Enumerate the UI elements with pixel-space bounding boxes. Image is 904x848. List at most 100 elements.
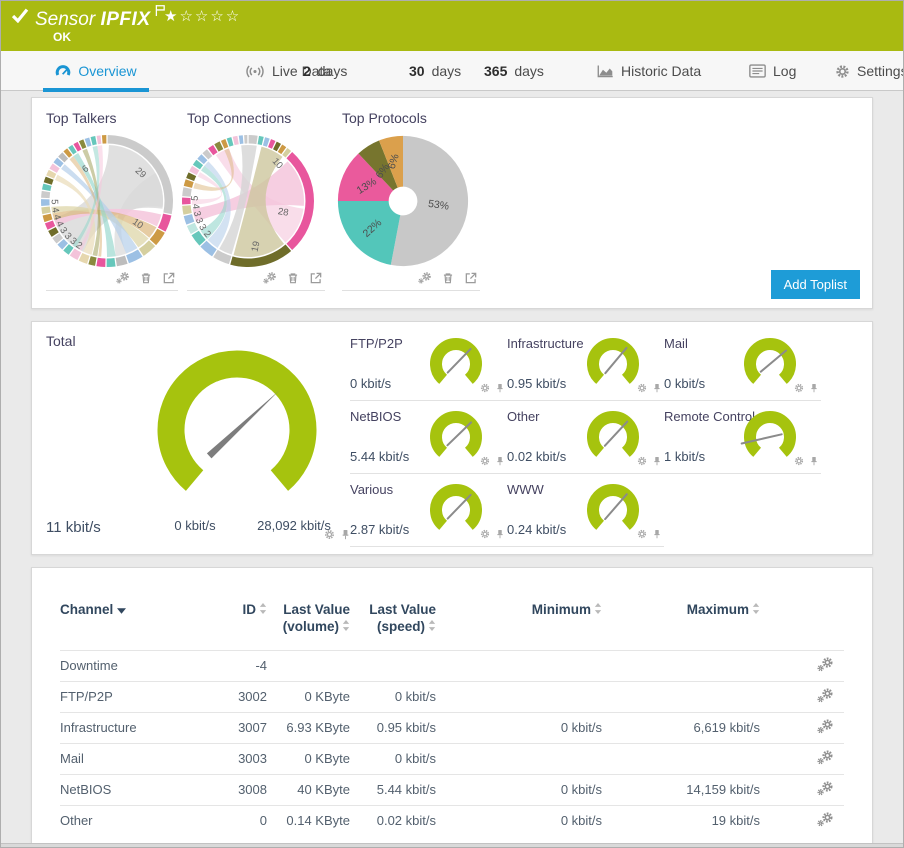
toplist-title: Top Connections bbox=[187, 110, 325, 126]
top-connections-chord-chart: 102819233345 bbox=[181, 134, 315, 268]
gear-icon[interactable] bbox=[324, 529, 335, 540]
trash-icon[interactable] bbox=[139, 271, 153, 285]
pin-icon[interactable] bbox=[809, 456, 819, 466]
gear-icon[interactable] bbox=[794, 456, 804, 466]
list-icon bbox=[749, 64, 766, 78]
pin-icon[interactable] bbox=[495, 456, 505, 466]
pin-icon[interactable] bbox=[809, 383, 819, 393]
channel-settings-icon[interactable] bbox=[817, 812, 834, 827]
gauges-panel: Total 0 kbit/s 28,092 kbit/s 11 kbit/s F… bbox=[31, 321, 873, 555]
tab-2-days[interactable]: 2 days bbox=[299, 51, 351, 91]
channel-name: Mail bbox=[60, 751, 205, 766]
gauge-cell-remote-control: Remote Control 1 kbit/s bbox=[664, 401, 821, 474]
sensor-name: IPFIX bbox=[100, 9, 150, 30]
sort-icon bbox=[259, 603, 267, 614]
sort-icon bbox=[594, 603, 602, 614]
channel-settings-icon[interactable] bbox=[817, 750, 834, 765]
column-header-minimum[interactable]: Minimum bbox=[436, 602, 602, 619]
toplist-top-connections: Top Connections 102819233345 bbox=[187, 110, 325, 291]
pin-icon[interactable] bbox=[652, 529, 662, 539]
tab-overview[interactable]: Overview bbox=[43, 51, 149, 91]
trash-icon[interactable] bbox=[441, 271, 455, 285]
gauge-cell-empty bbox=[664, 474, 821, 547]
app-window: Sensor IPFIX ★☆☆☆☆ OK Overview Live Data… bbox=[0, 0, 904, 848]
sort-icon bbox=[428, 620, 436, 631]
gear-icon[interactable] bbox=[637, 529, 647, 539]
gauge-cell-mail: Mail 0 kbit/s bbox=[664, 328, 821, 401]
channel-settings-icon[interactable] bbox=[817, 688, 834, 703]
mail-gauge bbox=[739, 335, 801, 391]
gauge-cell-other: Other 0.02 kbit/s bbox=[507, 401, 664, 474]
gauge-min-label: 0 kbit/s bbox=[155, 518, 235, 533]
toplist-title: Top Talkers bbox=[46, 110, 178, 126]
column-header-last-value-speed[interactable]: Last Value (speed) bbox=[350, 602, 436, 636]
toplist-top-talkers: Top Talkers 6291023334445 bbox=[46, 110, 178, 291]
tab-log[interactable]: Log bbox=[745, 51, 800, 91]
toplists-panel: Top Talkers 6291023334445 Top Connection… bbox=[31, 97, 873, 309]
horizontal-scrollbar[interactable] bbox=[1, 843, 903, 847]
sort-icon bbox=[752, 603, 760, 614]
table-row: Downtime -4 bbox=[60, 650, 844, 681]
pin-icon[interactable] bbox=[495, 383, 505, 393]
channel-name: Downtime bbox=[60, 658, 205, 673]
toplist-settings-icon[interactable] bbox=[263, 271, 277, 285]
column-header-last-value-volume[interactable]: Last Value (volume) bbox=[267, 602, 350, 636]
external-link-icon[interactable] bbox=[162, 271, 176, 285]
channel-name: NetBIOS bbox=[60, 782, 205, 797]
toplist-title: Top Protocols bbox=[342, 110, 480, 126]
column-header-channel[interactable]: Channel bbox=[60, 602, 205, 619]
gear-icon[interactable] bbox=[794, 383, 804, 393]
pin-icon[interactable] bbox=[652, 456, 662, 466]
ftp-gauge bbox=[425, 335, 487, 391]
tab-bar: Overview Live Data 2 days 30 days 365 da… bbox=[1, 51, 903, 91]
table-header-row: Channel ID Last Value (volume) Last Valu… bbox=[60, 602, 844, 636]
toplist-top-protocols: Top Protocols 53%22%13%6%6% bbox=[342, 110, 480, 291]
netbios-gauge bbox=[425, 408, 487, 464]
pin-icon[interactable] bbox=[652, 383, 662, 393]
channel-gauges-grid: FTP/P2P 0 kbit/s Infrastructure 0.95 kbi… bbox=[350, 328, 821, 547]
gear-icon[interactable] bbox=[637, 456, 647, 466]
top-protocols-pie-chart: 53%22%13%6%6% bbox=[336, 134, 470, 268]
toplist-settings-icon[interactable] bbox=[418, 271, 432, 285]
table-row: NetBIOS 3008 40 KByte 5.44 kbit/s 0 kbit… bbox=[60, 774, 844, 805]
www-gauge bbox=[582, 481, 644, 537]
top-talkers-chord-chart: 6291023334445 bbox=[40, 134, 174, 268]
channel-settings-icon[interactable] bbox=[817, 657, 834, 672]
tab-30-days[interactable]: 30 days bbox=[405, 51, 465, 91]
channel-name: FTP/P2P bbox=[60, 689, 205, 704]
gear-icon[interactable] bbox=[480, 383, 490, 393]
tab-historic-data[interactable]: Historic Data bbox=[593, 51, 705, 91]
trash-icon[interactable] bbox=[286, 271, 300, 285]
column-header-id[interactable]: ID bbox=[205, 602, 267, 619]
gauge-cell-www: WWW 0.24 kbit/s bbox=[507, 474, 664, 547]
sort-icon bbox=[342, 620, 350, 631]
gauge-cell-ftp-p2p: FTP/P2P 0 kbit/s bbox=[350, 328, 507, 401]
add-toplist-button[interactable]: Add Toplist bbox=[771, 270, 860, 299]
sensor-title-prefix: Sensor bbox=[35, 9, 95, 30]
channel-settings-icon[interactable] bbox=[817, 719, 834, 734]
external-link-icon[interactable] bbox=[464, 271, 478, 285]
channel-settings-icon[interactable] bbox=[817, 781, 834, 796]
total-gauge-title: Total bbox=[46, 333, 76, 349]
gear-icon[interactable] bbox=[480, 529, 490, 539]
sort-caret-down-icon bbox=[117, 608, 126, 614]
external-link-icon[interactable] bbox=[309, 271, 323, 285]
channel-name: Infrastructure bbox=[60, 720, 205, 735]
tab-settings[interactable]: Settings bbox=[831, 51, 904, 91]
toplist-settings-icon[interactable] bbox=[116, 271, 130, 285]
gear-icon[interactable] bbox=[480, 456, 490, 466]
gauge-cell-netbios: NetBIOS 5.44 kbit/s bbox=[350, 401, 507, 474]
priority-rating[interactable]: ★☆☆☆☆ bbox=[164, 7, 241, 25]
other-gauge bbox=[582, 408, 644, 464]
column-header-maximum[interactable]: Maximum bbox=[602, 602, 760, 619]
total-gauge bbox=[122, 338, 352, 513]
status-badge: OK bbox=[53, 30, 71, 44]
pin-icon[interactable] bbox=[495, 529, 505, 539]
gear-icon[interactable] bbox=[637, 383, 647, 393]
gauge-cell-various: Various 2.87 kbit/s bbox=[350, 474, 507, 547]
gear-icon bbox=[835, 64, 850, 79]
various-gauge bbox=[425, 481, 487, 537]
svg-text:5: 5 bbox=[190, 195, 201, 201]
tab-365-days[interactable]: 365 days bbox=[480, 51, 548, 91]
sensor-title: Sensor IPFIX bbox=[35, 4, 166, 31]
